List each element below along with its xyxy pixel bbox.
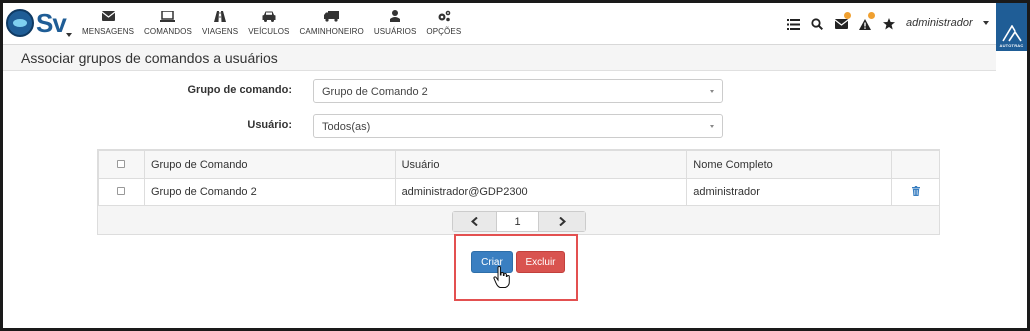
car-icon	[262, 9, 276, 23]
nav-label: OPÇÕES	[426, 27, 462, 36]
cell-usuario: administrador@GDP2300	[394, 178, 688, 206]
logo-mark-icon	[6, 9, 34, 37]
pagination: 1	[452, 211, 586, 232]
select-all-cell	[98, 150, 145, 179]
notification-badge	[868, 12, 875, 19]
brand-badge-text: AUTOTRAC	[999, 43, 1024, 48]
user-icon	[390, 9, 401, 23]
nav-label: VIAGENS	[201, 27, 239, 36]
table-header-row: Grupo de Comando Usuário Nome Completo	[98, 150, 940, 179]
nav-label: MENSAGENS	[82, 27, 135, 36]
nav-item-comandos[interactable]: COMANDOS	[139, 9, 197, 41]
nav-item-opcoes[interactable]: OPÇÕES	[421, 9, 466, 41]
app-window: Sv MENSAGENS COMANDOS VIAGENS VEÍCULOS C…	[0, 0, 1030, 331]
chevron-down-icon	[710, 125, 714, 128]
autotrac-swoosh-icon	[1001, 25, 1022, 42]
page-header: Associar grupos de comandos a usuários	[3, 45, 996, 71]
nav-label: USUÁRIOS	[373, 27, 417, 36]
chevron-left-icon	[471, 217, 478, 226]
nav-label: COMANDOS	[144, 27, 192, 36]
column-header-actions	[891, 150, 940, 179]
select-all-checkbox[interactable]	[117, 159, 126, 168]
road-icon	[214, 9, 227, 23]
nav-item-caminhoneiro[interactable]: CAMINHONEIRO	[295, 9, 369, 41]
page-number[interactable]: 1	[497, 212, 539, 231]
nav-item-usuarios[interactable]: USUÁRIOS	[369, 9, 422, 41]
column-header-nome[interactable]: Nome Completo	[686, 150, 893, 179]
trash-icon[interactable]	[911, 185, 920, 199]
grupo-label: Grupo de comando:	[187, 84, 293, 96]
top-navbar: Sv MENSAGENS COMANDOS VIAGENS VEÍCULOS C…	[3, 3, 1027, 51]
nav-label: VEÍCULOS	[248, 27, 290, 36]
main-nav: MENSAGENS COMANDOS VIAGENS VEÍCULOS CAMI…	[77, 9, 466, 41]
column-header-grupo[interactable]: Grupo de Comando	[143, 150, 396, 179]
usuario-label: Usuário:	[247, 119, 292, 131]
cell-nome: administrador	[686, 178, 893, 206]
user-menu[interactable]: administrador	[906, 17, 989, 29]
app-logo[interactable]: Sv	[6, 7, 72, 39]
hand-pointer-icon	[493, 265, 511, 293]
page-title: Associar grupos de comandos a usuários	[21, 50, 278, 66]
chevron-down-icon	[982, 21, 989, 25]
prev-page-button[interactable]	[453, 212, 497, 231]
laptop-icon	[160, 9, 176, 23]
usuario-select[interactable]: Todos(as)	[313, 114, 723, 138]
logo-text: Sv	[36, 7, 67, 38]
search-icon[interactable]	[805, 14, 829, 34]
mail-alert-icon[interactable]	[829, 12, 853, 34]
autotrac-logo: AUTOTRAC	[996, 3, 1027, 51]
list-icon[interactable]	[781, 14, 805, 34]
warning-icon[interactable]	[853, 12, 877, 34]
excluir-button[interactable]: Excluir	[516, 251, 565, 273]
truck-icon	[324, 9, 340, 23]
table-row: Grupo de Comando 2 administrador@GDP2300…	[98, 178, 940, 206]
grupo-select[interactable]: Grupo de Comando 2	[313, 79, 723, 103]
user-name: administrador	[906, 17, 973, 29]
logo-chevron-down-icon[interactable]	[66, 33, 72, 37]
nav-item-mensagens[interactable]: MENSAGENS	[77, 9, 139, 41]
nav-item-veiculos[interactable]: VEÍCULOS	[243, 9, 294, 41]
toolbar-right	[781, 12, 901, 34]
notification-badge	[844, 12, 851, 19]
row-actions-cell	[891, 178, 940, 206]
row-select-cell	[98, 178, 145, 206]
cell-grupo: Grupo de Comando 2	[143, 178, 396, 206]
grupo-select-value: Grupo de Comando 2	[322, 86, 428, 98]
star-icon[interactable]	[877, 14, 901, 34]
nav-item-viagens[interactable]: VIAGENS	[197, 9, 243, 41]
nav-label: CAMINHONEIRO	[299, 27, 364, 36]
chevron-down-icon	[710, 90, 714, 93]
gears-icon	[437, 9, 451, 23]
column-header-usuario[interactable]: Usuário	[394, 150, 688, 179]
next-page-button[interactable]	[539, 212, 585, 231]
results-table: Grupo de Comando Usuário Nome Completo G…	[98, 150, 940, 206]
chevron-right-icon	[558, 217, 566, 226]
envelope-icon	[101, 9, 115, 23]
row-checkbox[interactable]	[117, 187, 126, 195]
usuario-select-value: Todos(as)	[322, 121, 371, 133]
